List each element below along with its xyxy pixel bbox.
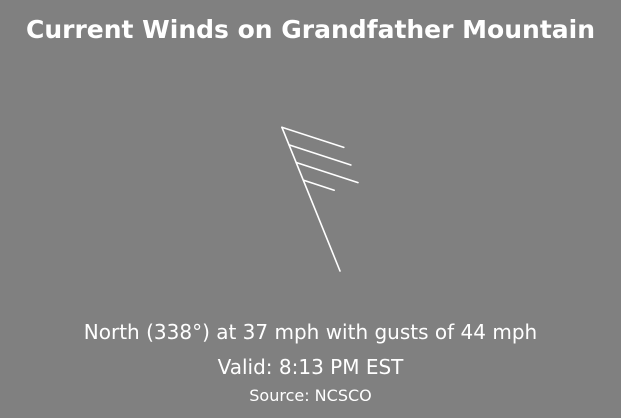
barb-staff [281,126,341,272]
wind-summary: North (338°) at 37 mph with gusts of 44 … [83,320,538,344]
barb-full-feather [295,161,359,184]
barb-full-feather [281,126,345,149]
barb-full-feather [288,144,352,166]
data-source: Source: NCSCO [249,386,372,405]
valid-time: Valid: 8:13 PM EST [217,355,404,379]
barb-half-feather [302,179,336,191]
